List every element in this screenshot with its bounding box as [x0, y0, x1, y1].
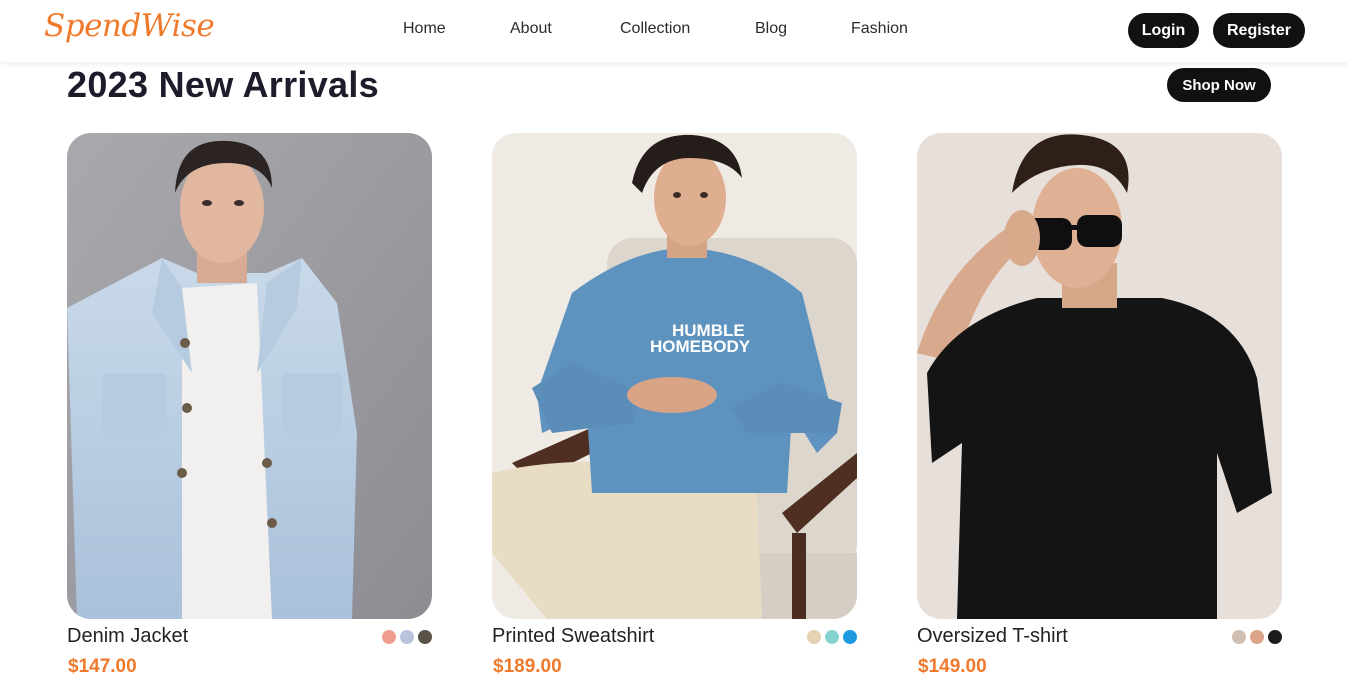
- nav-blog[interactable]: Blog: [755, 20, 787, 38]
- product-image-printed-sweatshirt[interactable]: HUMBLE HOMEBODY: [492, 133, 857, 619]
- color-swatch[interactable]: [807, 630, 821, 644]
- color-swatches: [807, 630, 857, 644]
- product-price: $189.00: [493, 656, 562, 677]
- nav-about[interactable]: About: [510, 20, 552, 38]
- color-swatch[interactable]: [825, 630, 839, 644]
- color-swatch[interactable]: [1232, 630, 1246, 644]
- product-card-oversized-t-shirt[interactable]: Oversized T-shirt $149.00: [917, 133, 1283, 690]
- product-name[interactable]: Printed Sweatshirt: [492, 625, 654, 648]
- product-card-denim-jacket[interactable]: Denim Jacket $147.00: [67, 133, 433, 690]
- section-title: 2023 New Arrivals: [67, 64, 379, 105]
- product-name[interactable]: Oversized T-shirt: [917, 625, 1068, 648]
- color-swatch[interactable]: [1250, 630, 1264, 644]
- color-swatch[interactable]: [382, 630, 396, 644]
- register-button[interactable]: Register: [1213, 13, 1305, 48]
- site-header: SpendWise Home About Collection Blog Fas…: [0, 0, 1348, 62]
- nav-home[interactable]: Home: [403, 20, 446, 38]
- nav-fashion[interactable]: Fashion: [851, 20, 908, 38]
- product-image-oversized-t-shirt[interactable]: [917, 133, 1282, 619]
- color-swatch[interactable]: [418, 630, 432, 644]
- color-swatch[interactable]: [1268, 630, 1282, 644]
- color-swatch[interactable]: [400, 630, 414, 644]
- product-name[interactable]: Denim Jacket: [67, 625, 188, 648]
- nav-collection[interactable]: Collection: [620, 20, 690, 38]
- product-card-printed-sweatshirt[interactable]: HUMBLE HOMEBODY Printed Sweatshirt $189.…: [492, 133, 858, 690]
- shop-now-button[interactable]: Shop Now: [1167, 68, 1271, 102]
- login-button[interactable]: Login: [1128, 13, 1199, 48]
- color-swatches: [1232, 630, 1282, 644]
- product-image-denim-jacket[interactable]: [67, 133, 432, 619]
- color-swatches: [382, 630, 432, 644]
- product-price: $147.00: [68, 656, 137, 677]
- product-price: $149.00: [918, 656, 987, 677]
- sweatshirt-print-text: HOMEBODY: [650, 337, 751, 356]
- color-swatch[interactable]: [843, 630, 857, 644]
